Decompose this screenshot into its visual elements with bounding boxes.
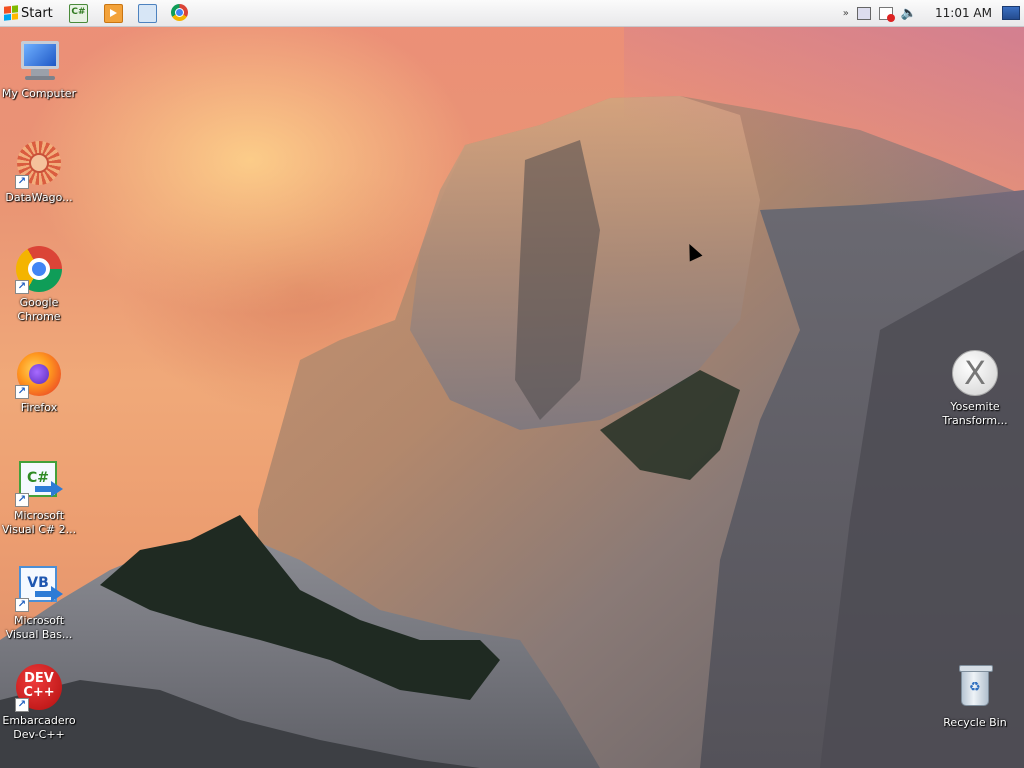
desktop-icon-label: DataWago...: [5, 191, 73, 204]
network-icon[interactable]: [856, 6, 871, 20]
desktop-wallpaper: [0, 0, 1024, 768]
shortcut-arrow-icon: ↗: [15, 493, 29, 507]
devcpp-icon: DEV C++ ↗: [15, 664, 63, 712]
quick-launch-csharp-icon[interactable]: C#: [69, 4, 88, 23]
windows-logo-icon: [4, 5, 18, 21]
desktop-icon-devcpp[interactable]: DEV C++ ↗ Embarcadero Dev-C++: [0, 664, 78, 742]
desktop-icon-label: Recycle Bin: [943, 716, 1007, 729]
desktop-icon-label: Embarcadero Dev-C++: [2, 714, 76, 741]
desktop-icon-my-computer[interactable]: My Computer: [0, 37, 78, 101]
visual-csharp-icon: C# ↗: [15, 459, 63, 507]
shortcut-arrow-icon: ↗: [15, 175, 29, 189]
quick-launch-chrome-icon[interactable]: [171, 4, 188, 21]
desktop-icon-label: Microsoft Visual Bas...: [5, 614, 73, 641]
desktop-icon-label: Google Chrome: [17, 296, 61, 323]
chrome-icon: ↗: [15, 246, 63, 294]
quick-launch-visual-basic-icon[interactable]: [138, 4, 157, 23]
volume-icon[interactable]: 🔈: [901, 6, 917, 21]
desktop-icon-label: Yosemite Transform...: [942, 400, 1008, 427]
taskbar: Start C# » 🔈 11:01 AM: [0, 0, 1024, 27]
start-button[interactable]: Start: [2, 2, 54, 24]
shortcut-arrow-icon: ↗: [15, 385, 29, 399]
desktop-icon-yosemite-transformation[interactable]: X Yosemite Transform...: [936, 350, 1014, 428]
desktop-icon-recycle-bin[interactable]: Recycle Bin: [936, 665, 1014, 730]
firefox-icon: ↗: [15, 351, 63, 399]
system-tray: » 🔈 11:01 AM: [839, 0, 1024, 26]
yosemite-transformation-icon: X: [951, 350, 999, 398]
desktop-icon-google-chrome[interactable]: ↗ Google Chrome: [0, 246, 78, 324]
visual-basic-icon: VB ↗: [15, 564, 63, 612]
recycle-bin-icon: [951, 665, 999, 714]
desktop-icon-visual-csharp[interactable]: C# ↗ Microsoft Visual C# 2...: [0, 459, 78, 537]
desktop-icon-visual-basic[interactable]: VB ↗ Microsoft Visual Bas...: [0, 564, 78, 642]
shortcut-arrow-icon: ↗: [15, 598, 29, 612]
tray-expand-chevron-icon[interactable]: »: [843, 8, 849, 19]
show-desktop-button[interactable]: [1002, 6, 1020, 20]
my-computer-icon: [15, 37, 63, 85]
datawagon-icon: ↗: [15, 141, 63, 189]
desktop-icon-firefox[interactable]: ↗ Firefox: [0, 351, 78, 415]
desktop-icon-datawagon[interactable]: ↗ DataWago...: [0, 141, 78, 205]
taskbar-clock[interactable]: 11:01 AM: [935, 6, 992, 20]
start-label: Start: [21, 5, 53, 21]
quick-launch-media-player-icon[interactable]: [104, 4, 123, 23]
shortcut-arrow-icon: ↗: [15, 280, 29, 294]
desktop-icon-label: Firefox: [20, 401, 58, 414]
desktop-icon-label: My Computer: [1, 87, 77, 100]
action-center-flag-icon[interactable]: [878, 6, 895, 22]
shortcut-arrow-icon: ↗: [15, 698, 29, 712]
half-dome-mountain: [0, 96, 1024, 768]
desktop-icon-label: Microsoft Visual C# 2...: [1, 509, 77, 536]
